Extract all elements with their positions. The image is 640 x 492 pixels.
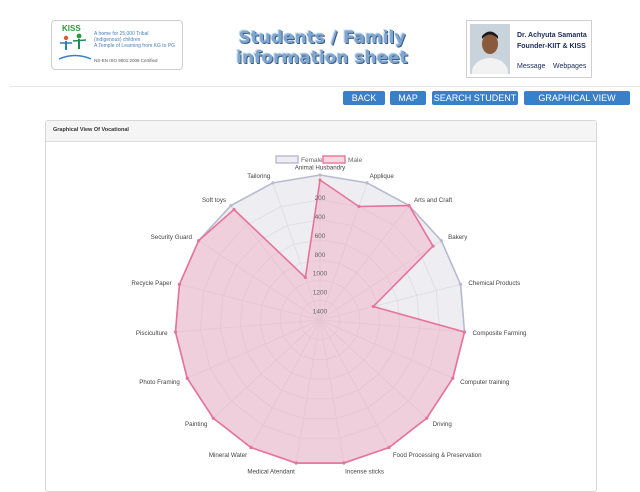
category-label: Pisciculture	[136, 330, 168, 337]
category-label: Photo Framing	[139, 379, 180, 386]
tick-label: 800	[315, 252, 326, 259]
category-label: Security Guard	[151, 234, 193, 241]
category-label: Recycle Paper	[131, 280, 171, 287]
data-point-female	[439, 239, 443, 243]
tick-label: 200	[315, 195, 326, 202]
data-point-male	[211, 416, 215, 420]
tick-label: 400	[315, 214, 326, 221]
tick-label: 600	[315, 233, 326, 240]
data-point-female	[318, 173, 322, 177]
tick-label: 1200	[313, 289, 328, 296]
category-label: Incense sticks	[345, 468, 384, 475]
legend-label-male: Male	[348, 157, 362, 164]
category-label: Composite Farming	[472, 330, 527, 337]
category-label: Chemical Products	[468, 280, 520, 287]
data-point-male	[232, 207, 236, 212]
data-point-male	[197, 239, 201, 243]
data-point-female	[229, 203, 233, 208]
data-point-male	[342, 461, 346, 465]
data-point-male	[177, 282, 182, 287]
legend-swatch-male	[322, 155, 346, 164]
category-label: Driving	[433, 421, 453, 428]
category-label: Painting	[185, 421, 208, 428]
data-point-male	[318, 178, 322, 182]
data-point-male	[451, 376, 455, 380]
radar-chart: 1400 1200 1000 800 600 400 200 Animal Husbandry…	[131, 155, 527, 475]
data-point-male	[462, 330, 467, 334]
category-label: Arts and Craft	[414, 197, 452, 204]
data-point-male	[173, 330, 178, 334]
data-point-male	[387, 445, 391, 450]
data-point-male	[249, 445, 253, 450]
category-label: Food Processing & Preservation	[393, 452, 482, 459]
data-point-male	[357, 204, 361, 209]
data-point-male	[185, 376, 189, 380]
category-label: Animal Husbandry	[295, 165, 346, 172]
category-label: Bakery	[448, 234, 468, 241]
category-label: Applique	[370, 173, 395, 180]
tick-label: 1400	[313, 308, 328, 315]
tick-label: 1000	[313, 271, 328, 278]
data-point-male	[371, 304, 375, 309]
category-label: Soft toys	[202, 197, 226, 204]
category-label: Medical Atendant	[247, 468, 295, 475]
data-point-male	[425, 416, 429, 420]
data-point-female	[271, 181, 275, 185]
data-point-male	[431, 244, 435, 248]
legend-label-female: Female	[301, 157, 323, 164]
data-point-male	[294, 461, 298, 465]
category-label: Tailoring	[247, 173, 271, 180]
data-point-male	[303, 275, 307, 280]
legend-swatch-female	[275, 155, 299, 164]
category-label: Mineral Water	[209, 452, 247, 459]
data-point-male	[407, 203, 411, 208]
data-point-female	[365, 181, 369, 185]
category-label: Computer training	[460, 379, 510, 386]
data-point-female	[458, 282, 463, 287]
